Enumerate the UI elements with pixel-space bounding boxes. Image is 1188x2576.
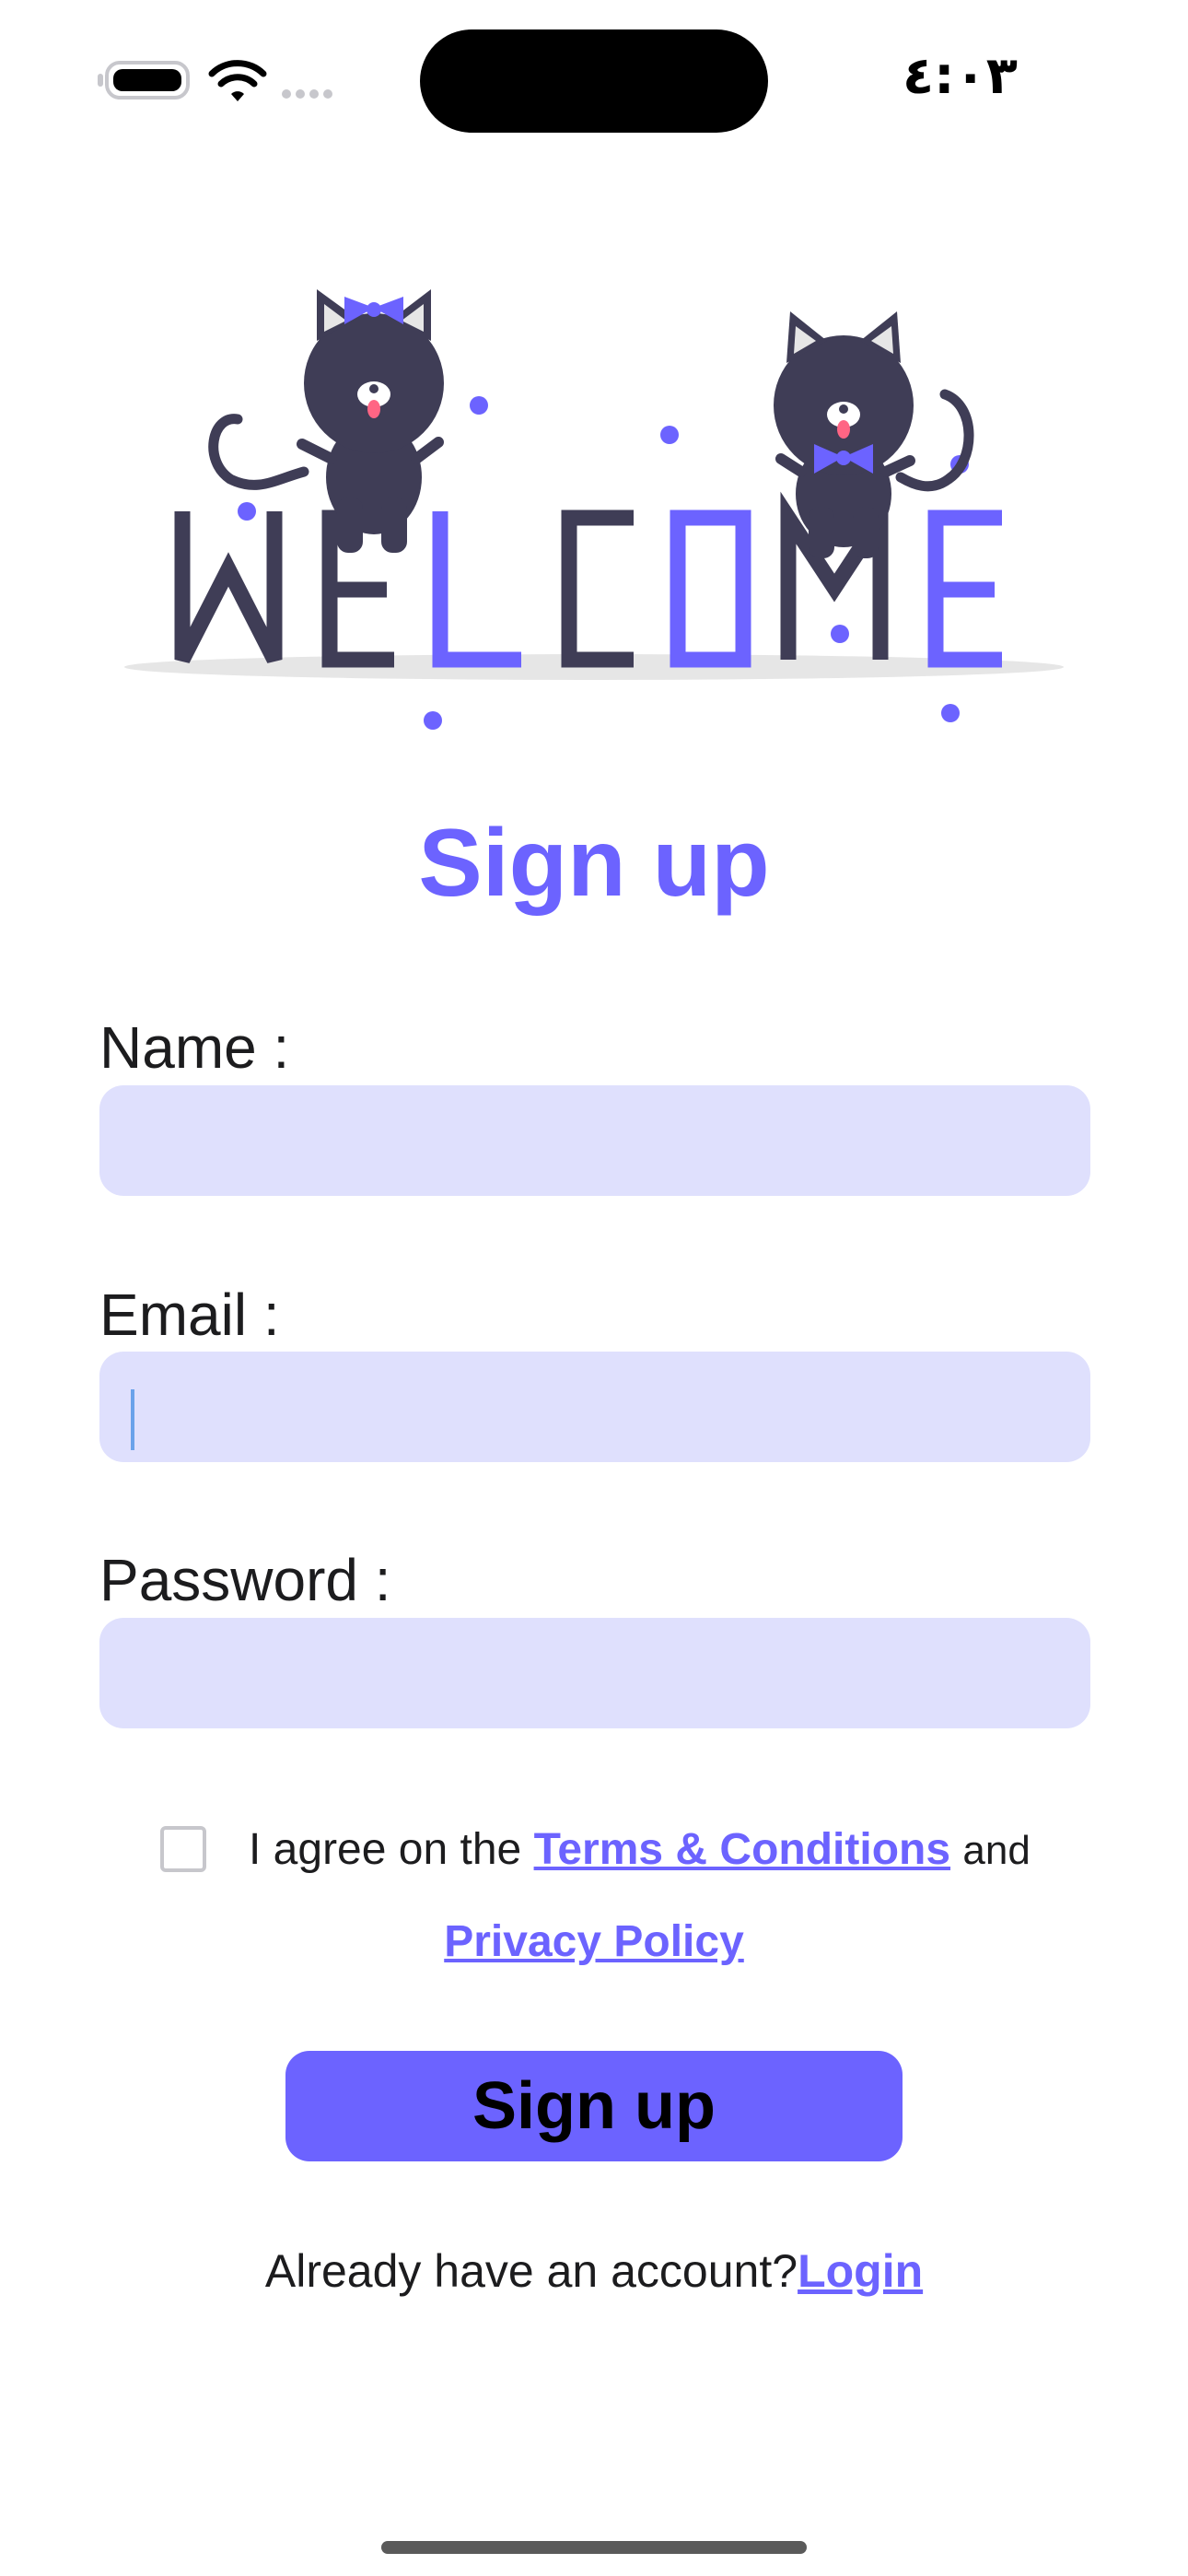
- letter-e2: [927, 509, 1002, 668]
- decor-dot: [941, 704, 960, 722]
- wifi-icon: [208, 60, 267, 101]
- name-label: Name :: [99, 1014, 290, 1081]
- login-question: Already have an account?: [264, 2245, 798, 2297]
- decor-dot: [660, 426, 679, 444]
- welcome-cats-illustration: [124, 289, 1064, 730]
- letter-w: [174, 511, 283, 663]
- decor-dot: [238, 502, 256, 521]
- decor-dot: [470, 396, 488, 415]
- terms-checkbox[interactable]: [160, 1826, 206, 1872]
- decor-dot: [831, 625, 849, 643]
- terms-and-text: and: [962, 1828, 1031, 1873]
- terms-text: I agree on the Terms & Conditions and: [249, 1824, 1031, 1875]
- privacy-line: Privacy Policy: [0, 1916, 1188, 1967]
- login-link[interactable]: Login: [798, 2245, 923, 2297]
- terms-conditions-link[interactable]: Terms & Conditions: [534, 1825, 950, 1874]
- battery-icon: [98, 61, 190, 100]
- page-title: Sign up: [418, 810, 770, 917]
- signup-button[interactable]: Sign up: [285, 2051, 903, 2161]
- letter-c: [561, 509, 634, 668]
- letter-o: [670, 509, 751, 668]
- home-indicator[interactable]: [381, 2541, 807, 2554]
- login-prompt: Already have an account?Login: [0, 2244, 1188, 2298]
- privacy-policy-link[interactable]: Privacy Policy: [444, 1917, 744, 1966]
- terms-prefix: I agree on the: [249, 1825, 522, 1874]
- text-cursor: [131, 1389, 134, 1450]
- password-label: Password :: [99, 1547, 391, 1613]
- decor-dot: [424, 711, 442, 730]
- status-time: ٤:٠٣: [903, 46, 1018, 106]
- cellular-icon: [282, 87, 337, 103]
- email-input[interactable]: [99, 1352, 1090, 1462]
- password-input[interactable]: [99, 1618, 1090, 1728]
- name-input[interactable]: [99, 1085, 1090, 1196]
- email-label: Email :: [99, 1282, 280, 1348]
- letter-l: [432, 511, 521, 668]
- dynamic-island: [420, 29, 768, 133]
